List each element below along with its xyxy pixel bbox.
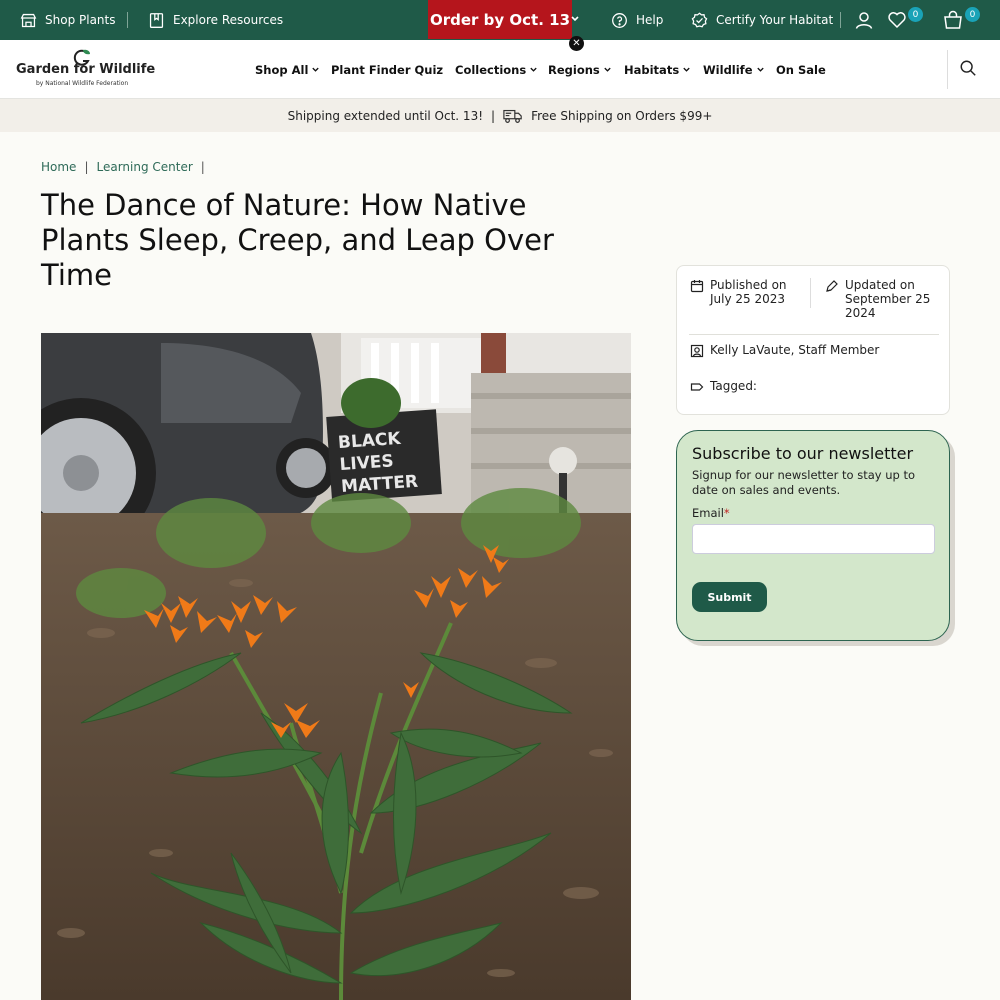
required-asterisk: * xyxy=(723,506,730,520)
published-label: Published on xyxy=(710,278,787,292)
order-promo-label: Order by Oct. 13 xyxy=(429,10,571,29)
updated-label: Updated on xyxy=(845,278,915,292)
certified-badge-icon xyxy=(691,11,708,27)
divider xyxy=(127,12,128,28)
nav-wildlife[interactable]: Wildlife xyxy=(703,40,765,99)
divider xyxy=(689,334,939,335)
email-label-text: Email xyxy=(692,506,724,520)
newsletter-description: Signup for our newsletter to stay up to … xyxy=(692,468,916,497)
site-header: Garden for Wildlife by National Wildlife… xyxy=(0,40,1000,99)
shipping-extended-text: Shipping extended until Oct. 13! xyxy=(287,108,484,123)
shop-plants-link[interactable]: Shop Plants xyxy=(20,0,115,40)
breadcrumb-separator: | xyxy=(84,160,89,174)
article-meta-card: Published on July 25 2023 Updated on Sep… xyxy=(676,265,950,415)
nav-habitats[interactable]: Habitats xyxy=(624,40,691,99)
updated-date: September 25 2024 xyxy=(845,292,931,320)
breadcrumb: Home | Learning Center | xyxy=(41,160,205,174)
email-field[interactable] xyxy=(692,524,935,554)
certify-habitat-link[interactable]: Certify Your Habitat xyxy=(691,0,833,40)
garden-for-wildlife-logo[interactable]: Garden for Wildlife by National Wildlife… xyxy=(16,46,156,92)
divider xyxy=(947,50,948,89)
chevron-down-icon xyxy=(756,67,764,72)
page-title: The Dance of Nature: How Native Plants S… xyxy=(41,188,554,292)
updated-date-block: Updated on September 25 2024 xyxy=(825,278,943,320)
shop-plants-label: Shop Plants xyxy=(45,13,116,27)
help-label: Help xyxy=(636,13,664,27)
help-link[interactable]: Help xyxy=(611,0,663,40)
divider xyxy=(840,12,841,28)
chevron-down-icon xyxy=(530,67,537,72)
chevron-down-icon xyxy=(312,67,320,72)
breadcrumb-learning-center-link[interactable]: Learning Center xyxy=(96,160,192,174)
nav-plant-finder-quiz[interactable]: Plant Finder Quiz xyxy=(331,40,443,99)
author-block: Kelly LaVaute, Staff Member xyxy=(690,343,879,358)
wishlist-count-badge: 0 xyxy=(908,7,923,22)
shipping-announcement-bar: Shipping extended until Oct. 13! | Free … xyxy=(0,99,1000,132)
nav-collections[interactable]: Collections xyxy=(455,40,538,99)
chevron-down-icon xyxy=(683,67,690,72)
tags-block: Tagged: xyxy=(690,379,757,394)
breadcrumb-home-link[interactable]: Home xyxy=(41,160,76,174)
nav-label: Regions xyxy=(548,62,600,77)
breadcrumb-separator: | xyxy=(200,160,205,174)
cart-count-badge: 0 xyxy=(965,7,980,22)
submit-button[interactable]: Submit xyxy=(692,582,767,612)
nav-shop-all[interactable]: Shop All xyxy=(255,40,320,99)
wishlist-heart-icon[interactable] xyxy=(887,10,907,30)
account-user-icon[interactable] xyxy=(854,10,874,30)
explore-resources-link[interactable]: Explore Resources xyxy=(148,0,283,40)
pen-edit-icon xyxy=(826,280,838,292)
nav-label: Wildlife xyxy=(703,62,753,77)
order-deadline-promo[interactable]: Order by Oct. 13 xyxy=(428,0,572,39)
shipping-separator: | xyxy=(491,108,496,123)
logo-wordmark: Garden for Wildlife xyxy=(16,62,156,77)
cart-basket-icon[interactable] xyxy=(943,10,963,30)
close-promo-icon[interactable]: ✕ xyxy=(569,36,584,51)
newsletter-title: Subscribe to our newsletter xyxy=(692,444,914,463)
published-date-block: Published on July 25 2023 xyxy=(690,278,787,306)
chevron-down-icon xyxy=(604,67,611,72)
nav-label: On Sale xyxy=(776,62,826,77)
bookmark-book-icon xyxy=(149,12,164,28)
email-label: Email* xyxy=(692,506,730,520)
nav-label: Collections xyxy=(455,62,527,77)
tag-icon xyxy=(690,383,704,391)
newsletter-signup: Subscribe to our newsletter Signup for o… xyxy=(676,430,950,641)
author-portrait-icon xyxy=(690,344,704,358)
article-hero-image: BLACK LIVES MATTER xyxy=(41,333,631,1000)
nav-label: Plant Finder Quiz xyxy=(331,62,444,77)
logo-subtitle: by National Wildlife Federation xyxy=(36,80,129,87)
svg-text:LIVES: LIVES xyxy=(339,451,394,475)
help-circle-icon xyxy=(612,12,627,28)
storefront-icon xyxy=(20,13,37,27)
author-name: Kelly LaVaute, Staff Member xyxy=(710,343,880,357)
top-utility-bar: Shop Plants Explore Resources Order by O… xyxy=(0,0,1000,40)
search-icon[interactable] xyxy=(959,59,977,77)
calendar-icon xyxy=(690,280,704,293)
published-date: July 25 2023 xyxy=(710,292,786,306)
free-shipping-text: Free Shipping on Orders $99+ xyxy=(531,108,713,123)
nav-label: Shop All xyxy=(255,62,309,77)
explore-resources-label: Explore Resources xyxy=(173,13,284,27)
tagged-label: Tagged: xyxy=(710,379,757,393)
divider xyxy=(810,278,811,308)
chevron-down-icon[interactable] xyxy=(568,12,582,26)
certify-label: Certify Your Habitat xyxy=(716,13,834,27)
nav-on-sale[interactable]: On Sale xyxy=(776,40,826,99)
delivery-truck-icon xyxy=(503,109,522,123)
nav-label: Habitats xyxy=(624,62,680,77)
